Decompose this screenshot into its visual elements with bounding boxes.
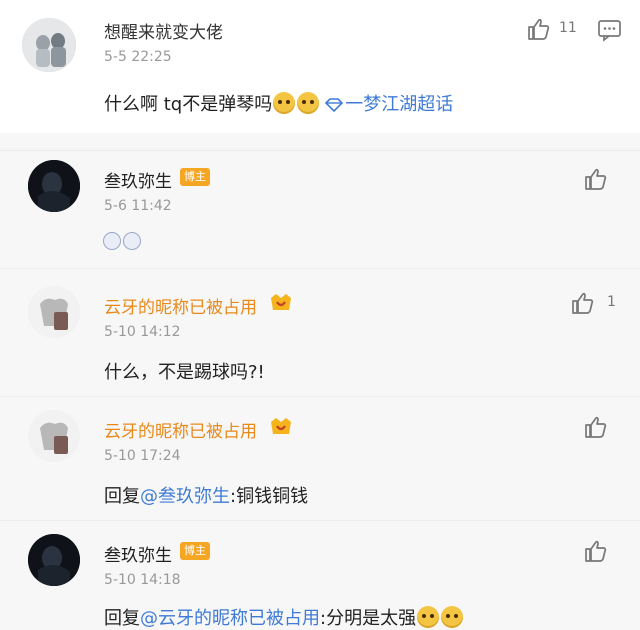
- avatar[interactable]: [22, 18, 76, 72]
- avatar[interactable]: [28, 160, 80, 212]
- reply-prefix: 回复: [104, 486, 140, 507]
- avatar-image-icon: [28, 160, 80, 212]
- like-count: 1: [607, 294, 616, 310]
- vip-crown-icon: [268, 290, 294, 318]
- avatar[interactable]: [28, 286, 80, 338]
- thumbs-up-icon: [585, 168, 607, 190]
- divider: [0, 150, 640, 151]
- comment-message: 什么啊 tq不是弹琴吗: [104, 94, 273, 115]
- like-button[interactable]: [583, 414, 609, 444]
- panda-emoji-icon: [103, 232, 121, 250]
- timestamp: 5-10 17:24: [104, 448, 181, 464]
- comment-text: 什么啊 tq不是弹琴吗 一梦江湖超话: [104, 90, 453, 118]
- avatar[interactable]: [28, 534, 80, 586]
- emoji-reply: [103, 232, 143, 254]
- doge-emoji-icon: [441, 606, 464, 628]
- avatar-image-icon: [28, 286, 80, 338]
- doge-emoji-icon: [417, 606, 440, 628]
- avatar-image-icon: [28, 410, 80, 462]
- blogger-badge: 博主: [180, 168, 210, 186]
- like-button[interactable]: [583, 166, 609, 196]
- doge-emoji-icon: [297, 92, 320, 114]
- doge-emoji-icon: [273, 92, 296, 114]
- blogger-badge: 博主: [180, 542, 210, 560]
- comment-icon: [598, 20, 621, 42]
- thumbs-up-icon: [585, 416, 607, 438]
- topic-link[interactable]: 一梦江湖超话: [345, 94, 453, 115]
- comment-text: 什么，不是踢球吗?!: [104, 362, 265, 383]
- reply-prefix: 回复: [104, 608, 140, 629]
- avatar-image-icon: [22, 18, 76, 72]
- comment-text: 回复@云牙的昵称已被占用:分明是太强: [104, 604, 464, 630]
- thumbs-up-icon: [528, 18, 550, 40]
- divider: [0, 268, 640, 269]
- like-button[interactable]: [526, 16, 552, 46]
- username[interactable]: 云牙的昵称已被占用: [104, 293, 257, 318]
- main-comment: 想醒来就变大佬 5-5 22:25 什么啊 tq不是弹琴吗 一梦江湖超话 11: [0, 0, 640, 133]
- timestamp: 5-6 11:42: [104, 198, 172, 214]
- avatar-image-icon: [28, 534, 80, 586]
- avatar[interactable]: [28, 410, 80, 462]
- timestamp: 5-5 22:25: [104, 49, 172, 65]
- vip-crown-icon: [268, 414, 294, 442]
- reply-button[interactable]: [597, 18, 623, 46]
- timestamp: 5-10 14:12: [104, 324, 181, 340]
- thumbs-up-icon: [572, 292, 594, 314]
- like-button[interactable]: [570, 290, 596, 320]
- username[interactable]: 叁玖弥生: [104, 541, 172, 566]
- timestamp: 5-10 14:18: [104, 572, 181, 588]
- reply-message: :分明是太强: [320, 608, 417, 629]
- divider: [0, 396, 640, 397]
- panda-emoji-icon: [123, 232, 141, 250]
- thumbs-up-icon: [585, 540, 607, 562]
- diamond-topic-icon: [323, 97, 345, 118]
- username[interactable]: 叁玖弥生: [104, 167, 172, 192]
- comment-text: 回复@叁玖弥生:铜钱铜钱: [104, 482, 308, 508]
- mention-link[interactable]: @叁玖弥生: [140, 486, 230, 507]
- divider: [0, 520, 640, 521]
- like-count: 11: [559, 20, 577, 36]
- username[interactable]: 云牙的昵称已被占用: [104, 417, 257, 442]
- reply-message: :铜钱铜钱: [230, 486, 309, 507]
- like-button[interactable]: [583, 538, 609, 568]
- username[interactable]: 想醒来就变大佬: [104, 18, 223, 43]
- mention-link[interactable]: @云牙的昵称已被占用: [140, 608, 320, 629]
